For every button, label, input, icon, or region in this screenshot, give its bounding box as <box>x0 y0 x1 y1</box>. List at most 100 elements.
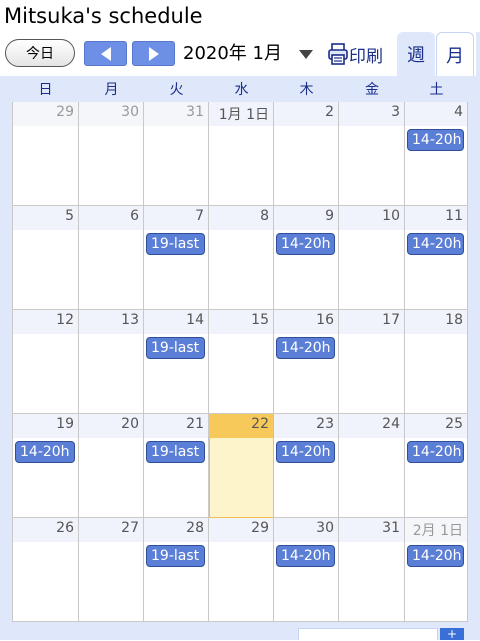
day-cell[interactable]: 12 <box>12 310 79 414</box>
day-number[interactable]: 6 <box>130 208 139 224</box>
day-number[interactable]: 30 <box>121 104 139 120</box>
day-cell[interactable]: 10 <box>339 206 405 310</box>
day-number[interactable]: 31 <box>186 104 204 120</box>
today-button[interactable]: 今日 <box>5 39 75 67</box>
event-chip[interactable]: 14-20h <box>276 545 335 567</box>
day-cell[interactable]: 1月 1日 <box>209 102 274 206</box>
day-cell[interactable]: 31 <box>144 102 209 206</box>
day-cell[interactable]: 2 <box>274 102 339 206</box>
day-cell[interactable]: 18 <box>405 310 468 414</box>
day-cell[interactable]: 31 <box>339 518 405 622</box>
day-cell[interactable]: 3 <box>339 102 405 206</box>
day-cell[interactable]: 27 <box>79 518 144 622</box>
chevron-right-icon <box>148 46 159 61</box>
day-cell[interactable]: 15 <box>209 310 274 414</box>
day-cell[interactable]: 21 19-last <box>144 414 209 518</box>
day-cell[interactable]: 6 <box>79 206 144 310</box>
day-number[interactable]: 23 <box>316 416 334 432</box>
day-cell[interactable]: 9 14-20h <box>274 206 339 310</box>
day-cell[interactable]: 8 <box>209 206 274 310</box>
day-number[interactable]: 2 <box>325 104 334 120</box>
day-cell[interactable]: 29 <box>209 518 274 622</box>
event-chip[interactable]: 14-20h <box>276 233 335 255</box>
event-chip[interactable]: 14-20h <box>276 441 335 463</box>
day-cell[interactable]: 30 <box>79 102 144 206</box>
event-chip[interactable]: 19-last <box>146 337 205 359</box>
event-chip[interactable]: 14-20h <box>407 129 464 151</box>
day-number[interactable]: 8 <box>260 208 269 224</box>
event-chip[interactable]: 14-20h <box>407 545 464 567</box>
print-button[interactable]: 印刷 <box>328 40 383 68</box>
day-number[interactable]: 10 <box>382 208 400 224</box>
tab-week[interactable]: 週 <box>397 32 435 76</box>
day-number[interactable]: 7 <box>195 208 204 224</box>
day-number[interactable]: 12 <box>56 312 74 328</box>
day-cell[interactable]: 30 14-20h <box>274 518 339 622</box>
day-number[interactable]: 30 <box>316 520 334 536</box>
day-number[interactable]: 19 <box>56 416 74 432</box>
day-number[interactable]: 24 <box>382 416 400 432</box>
day-number[interactable]: 29 <box>56 104 74 120</box>
day-cell-today[interactable]: 22 <box>209 414 274 518</box>
day-number[interactable]: 14 <box>186 312 204 328</box>
day-cell[interactable]: 24 <box>339 414 405 518</box>
day-cell[interactable]: 2月 1日 14-20h <box>405 518 468 622</box>
day-number[interactable]: 18 <box>445 312 463 328</box>
day-number[interactable]: 26 <box>56 520 74 536</box>
day-number[interactable]: 11 <box>445 208 463 224</box>
day-number[interactable]: 13 <box>121 312 139 328</box>
day-number[interactable]: 17 <box>382 312 400 328</box>
day-number[interactable]: 1月 1日 <box>219 104 269 124</box>
day-number[interactable]: 31 <box>382 520 400 536</box>
tab-month[interactable]: 月 <box>436 32 474 76</box>
event-chip[interactable]: 14-20h <box>15 441 75 463</box>
day-number[interactable]: 25 <box>445 416 463 432</box>
day-number[interactable]: 21 <box>186 416 204 432</box>
event-chip[interactable]: 19-last <box>146 441 205 463</box>
tab-edge <box>476 32 480 76</box>
event-chip[interactable]: 14-20h <box>407 233 464 255</box>
weekday-label: 月 <box>104 82 119 98</box>
day-number[interactable]: 5 <box>65 208 74 224</box>
chevron-down-icon[interactable] <box>299 50 313 59</box>
day-cell[interactable]: 19 14-20h <box>12 414 79 518</box>
day-cell[interactable]: 11 14-20h <box>405 206 468 310</box>
event-chip[interactable]: 14-20h <box>276 337 335 359</box>
next-month-button[interactable] <box>132 41 175 66</box>
day-number[interactable]: 16 <box>316 312 334 328</box>
prev-month-button[interactable] <box>84 41 127 66</box>
chevron-left-icon <box>100 46 111 61</box>
day-number[interactable]: 29 <box>251 520 269 536</box>
day-number[interactable]: 9 <box>325 208 334 224</box>
day-number[interactable]: 3 <box>391 104 400 120</box>
day-cell[interactable]: 20 <box>79 414 144 518</box>
add-button[interactable]: + <box>440 628 464 640</box>
day-cell[interactable]: 13 <box>79 310 144 414</box>
day-number[interactable]: 22 <box>251 416 269 432</box>
weekday-label: 木 <box>299 82 314 98</box>
day-cell[interactable]: 23 14-20h <box>274 414 339 518</box>
day-cell[interactable]: 5 <box>12 206 79 310</box>
day-number[interactable]: 28 <box>186 520 204 536</box>
weekday-label: 水 <box>234 82 249 98</box>
event-chip[interactable]: 19-last <box>146 545 205 567</box>
day-number[interactable]: 20 <box>121 416 139 432</box>
day-cell[interactable]: 25 14-20h <box>405 414 468 518</box>
month-label[interactable]: 2020年 1月 <box>183 40 282 68</box>
day-cell[interactable]: 28 19-last <box>144 518 209 622</box>
day-cell[interactable]: 4 14-20h <box>405 102 468 206</box>
day-cell[interactable]: 7 19-last <box>144 206 209 310</box>
day-number[interactable]: 2月 1日 <box>413 520 463 540</box>
event-chip[interactable]: 14-20h <box>407 441 464 463</box>
day-number[interactable]: 15 <box>251 312 269 328</box>
footer-input[interactable] <box>298 628 438 640</box>
day-cell[interactable]: 14 19-last <box>144 310 209 414</box>
day-cell[interactable]: 29 <box>12 102 79 206</box>
day-cell[interactable]: 26 <box>12 518 79 622</box>
event-chip[interactable]: 19-last <box>146 233 205 255</box>
day-cell[interactable]: 17 <box>339 310 405 414</box>
day-cell[interactable]: 16 14-20h <box>274 310 339 414</box>
weekday-label: 金 <box>365 82 379 98</box>
day-number[interactable]: 4 <box>454 104 463 120</box>
day-number[interactable]: 27 <box>121 520 139 536</box>
